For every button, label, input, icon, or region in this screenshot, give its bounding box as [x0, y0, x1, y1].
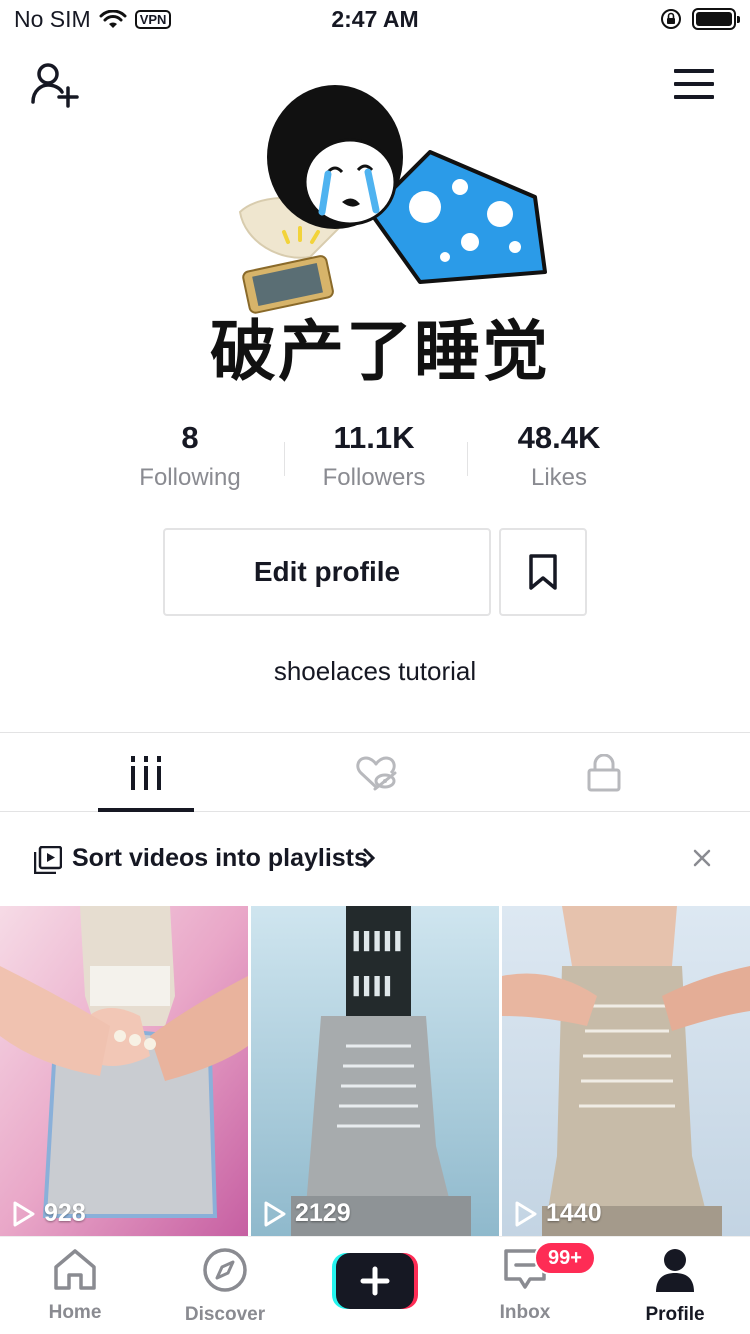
grid-bars-icon: [131, 756, 161, 790]
nav-home[interactable]: Home: [0, 1247, 150, 1324]
playlist-icon: [34, 846, 62, 874]
orientation-lock-icon: [661, 9, 681, 29]
nav-profile-label: Profile: [645, 1304, 705, 1325]
profile-stats: 8 Following 11.1K Followers 48.4K Likes: [0, 420, 750, 500]
nav-discover[interactable]: Discover: [150, 1247, 300, 1326]
play-icon: [264, 1201, 286, 1226]
followers-label: Followers: [322, 464, 426, 491]
close-icon[interactable]: [692, 848, 712, 868]
video-grid: 928 IIIII IIII 2129 1440: [0, 906, 750, 1236]
likes-label: Likes: [530, 464, 588, 491]
view-count-value: 928: [44, 1199, 86, 1227]
tab-videos[interactable]: [21, 733, 271, 813]
battery-icon: [692, 8, 740, 30]
view-count: 928: [12, 1199, 86, 1228]
svg-text:IIII: IIII: [351, 970, 393, 1003]
view-count: 1440: [514, 1199, 602, 1228]
profile-avatar[interactable]: 破产了睡觉: [200, 42, 560, 400]
profile-tabs: [0, 732, 750, 812]
likes-stat[interactable]: 48.4K Likes: [469, 420, 649, 492]
svg-text:IIIII: IIIII: [351, 925, 403, 958]
play-icon: [515, 1201, 537, 1226]
nav-profile[interactable]: Profile: [600, 1247, 750, 1326]
video-thumbnail-image: IIIII IIII: [251, 906, 499, 1236]
playlist-prompt-text: Sort videos into playlists: [72, 844, 368, 872]
play-icon: [13, 1201, 35, 1226]
chevron-right-icon: [363, 848, 376, 868]
following-count: 8: [181, 420, 199, 455]
inbox-badge: 99+: [534, 1241, 596, 1275]
plus-icon: [332, 1253, 418, 1309]
nav-inbox-label: Inbox: [499, 1302, 551, 1323]
playlist-prompt[interactable]: Sort videos into playlists: [0, 812, 750, 906]
followers-count: 11.1K: [333, 420, 415, 455]
home-icon: [54, 1249, 96, 1290]
likes-count: 48.4K: [517, 420, 601, 455]
create-button[interactable]: [332, 1253, 418, 1309]
hamburger-menu-icon: [674, 69, 714, 99]
video-thumbnail-image: [502, 906, 750, 1236]
status-bar: No SIM VPN 2:47 AM: [0, 0, 750, 40]
status-right: [660, 8, 740, 30]
view-count-value: 2129: [295, 1199, 351, 1227]
status-time: 2:47 AM: [331, 6, 419, 32]
view-count: 2129: [263, 1199, 351, 1228]
lock-icon: [587, 754, 621, 792]
favorites-button[interactable]: [499, 528, 587, 616]
video-thumbnail-image: [0, 906, 248, 1236]
menu-button[interactable]: [674, 68, 714, 100]
add-friend-button[interactable]: [30, 62, 80, 108]
following-stat[interactable]: 8 Following: [100, 420, 280, 492]
profile-bio: shoelaces tutorial: [273, 656, 477, 686]
edit-profile-button[interactable]: Edit profile: [163, 528, 491, 616]
followers-stat[interactable]: 11.1K Followers: [284, 420, 464, 492]
add-user-icon: [31, 63, 79, 108]
hidden-like-icon: [356, 756, 397, 791]
profile-person-icon: [656, 1249, 694, 1292]
stat-divider: [467, 442, 468, 476]
bookmark-icon: [529, 554, 557, 590]
compass-icon: [203, 1248, 247, 1292]
avatar-meme-illustration: [238, 85, 547, 314]
video-thumbnail[interactable]: IIIII IIII 2129: [251, 906, 499, 1236]
avatar-caption: 破产了睡觉: [210, 313, 550, 390]
video-thumbnail[interactable]: 1440: [502, 906, 750, 1236]
bottom-nav: Home Discover Inbox 99+ Profile: [0, 1236, 750, 1334]
tab-private[interactable]: [479, 733, 729, 813]
nav-discover-label: Discover: [184, 1304, 266, 1325]
video-thumbnail[interactable]: 928: [0, 906, 248, 1236]
nav-home-label: Home: [48, 1302, 102, 1323]
view-count-value: 1440: [546, 1199, 602, 1227]
following-label: Following: [139, 464, 241, 491]
tab-liked[interactable]: [251, 733, 501, 813]
